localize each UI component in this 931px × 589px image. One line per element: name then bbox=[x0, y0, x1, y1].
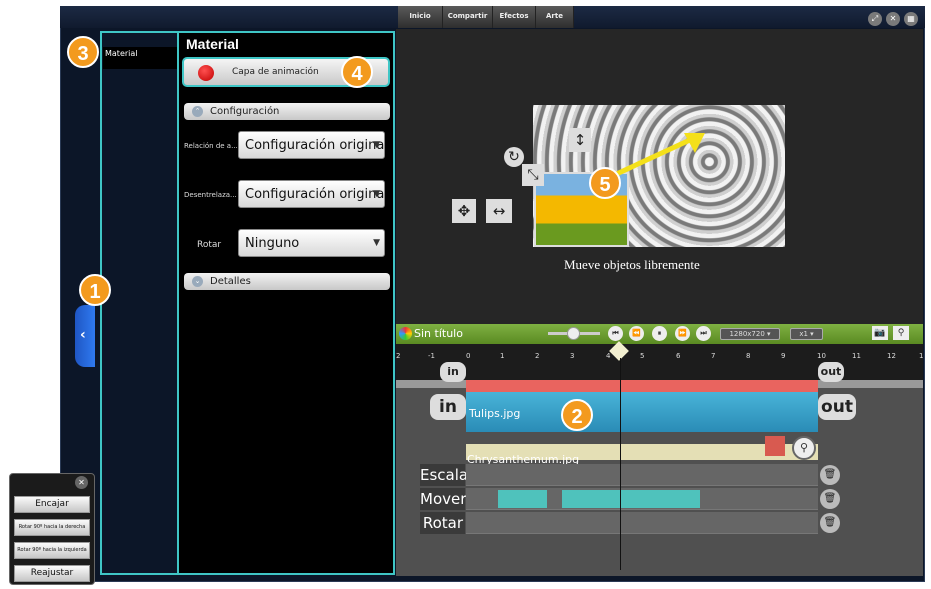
clip-tulips-label: Tulips.jpg bbox=[469, 407, 521, 420]
tab-efectos[interactable]: Efectos bbox=[493, 6, 536, 28]
trash-icon[interactable]: 🗑 bbox=[820, 489, 840, 509]
ruler-tick: 8 bbox=[746, 352, 751, 360]
in-label-large: in bbox=[430, 394, 466, 420]
resize-horizontal-icon[interactable]: ↔ bbox=[486, 199, 512, 223]
skip-start-icon[interactable]: ⏮ bbox=[608, 326, 623, 341]
reset-button[interactable]: Reajustar bbox=[14, 565, 90, 582]
fit-button[interactable]: Encajar bbox=[14, 496, 90, 513]
rotate-select[interactable]: Ninguno ▼ bbox=[238, 229, 385, 257]
keyframe-block[interactable] bbox=[498, 490, 547, 508]
ruler-tick: 3 bbox=[570, 352, 575, 360]
expand-icon[interactable]: ⤢ bbox=[868, 12, 882, 26]
trash-icon[interactable]: 🗑 bbox=[820, 513, 840, 533]
rotate-left-button[interactable]: Rotar 90º hacia la izquierda bbox=[14, 542, 90, 559]
clip-header bbox=[466, 380, 818, 392]
badge-1: 1 bbox=[79, 274, 111, 306]
resolution-value: 1280x720 bbox=[729, 330, 765, 338]
ruler-tick: 4 bbox=[606, 352, 611, 360]
category-column bbox=[100, 31, 180, 575]
record-button-label: Capa de animación bbox=[232, 67, 319, 77]
chevron-down-icon: ⌄ bbox=[192, 276, 203, 287]
skip-end-icon[interactable]: ⏭ bbox=[696, 326, 711, 341]
camera-icon[interactable]: 📷 bbox=[872, 326, 888, 340]
track-rotar[interactable] bbox=[466, 512, 818, 534]
ruler-tick: 2 bbox=[535, 352, 540, 360]
trash-icon[interactable]: 🗑 bbox=[820, 465, 840, 485]
section-label: Detalles bbox=[210, 276, 251, 287]
ruler-tick: 7 bbox=[711, 352, 716, 360]
badge-2: 2 bbox=[561, 399, 593, 431]
track-escala[interactable] bbox=[466, 464, 818, 486]
resize-vertical-icon[interactable]: ↕ bbox=[569, 128, 591, 152]
chevron-up-icon: ⌃ bbox=[192, 106, 203, 117]
ruler-tick: 11 bbox=[852, 352, 861, 360]
section-label: Configuración bbox=[210, 106, 280, 117]
keyframe-block[interactable] bbox=[562, 490, 700, 508]
select-value: Ninguno bbox=[245, 236, 300, 251]
panel-title: Material bbox=[186, 36, 239, 52]
ruler-tick: 5 bbox=[640, 352, 645, 360]
select-value: Configuración original (4 bbox=[245, 138, 385, 153]
resize-diagonal-icon[interactable]: ⤡ bbox=[522, 164, 544, 186]
rotate-icon[interactable]: ↻ bbox=[504, 147, 524, 167]
grid-icon[interactable]: ▦ bbox=[904, 12, 918, 26]
ruler-tick: -1 bbox=[428, 352, 435, 360]
clip-end-handle[interactable] bbox=[765, 436, 785, 456]
section-detalles[interactable]: ⌄ Detalles bbox=[184, 273, 390, 290]
ruler-tick: 0 bbox=[466, 352, 471, 360]
chevron-down-icon: ▼ bbox=[373, 238, 380, 248]
tab-arte[interactable]: Arte bbox=[536, 6, 574, 28]
project-title: Sin título bbox=[414, 327, 463, 340]
rewind-icon[interactable]: ⏪ bbox=[629, 326, 644, 341]
out-label-large: out bbox=[818, 394, 856, 420]
ruler-tick: 10 bbox=[817, 352, 826, 360]
resolution-select[interactable]: 1280x720 ▾ bbox=[720, 328, 780, 340]
badge-3: 3 bbox=[67, 36, 99, 68]
volume-knob[interactable] bbox=[567, 327, 580, 340]
deinterlace-select[interactable]: Configuración original (A▼ bbox=[238, 180, 385, 208]
category-material[interactable]: Material bbox=[103, 47, 181, 69]
ruler-tick: 1 bbox=[919, 352, 924, 360]
ruler-tick: 6 bbox=[676, 352, 681, 360]
logo-icon bbox=[399, 327, 412, 340]
track-label-mover: Mover bbox=[420, 488, 467, 510]
ruler-tick: 1 bbox=[500, 352, 505, 360]
chevron-down-icon: ▼ bbox=[373, 189, 380, 199]
section-configuracion[interactable]: ⌃ Configuración bbox=[184, 103, 390, 120]
deinterlace-label: Desentrelaza... bbox=[184, 191, 237, 199]
ruler-tick: 12 bbox=[887, 352, 896, 360]
playhead-line bbox=[620, 358, 621, 570]
ruler-tick: 9 bbox=[781, 352, 786, 360]
track-label-escala: Escala bbox=[420, 464, 469, 486]
track-label-rotar: Rotar bbox=[420, 512, 465, 534]
in-marker[interactable]: in bbox=[440, 362, 466, 382]
pause-icon[interactable]: ⏸ bbox=[652, 326, 667, 341]
stage-caption: Mueve objetos libremente bbox=[564, 257, 700, 272]
out-marker[interactable]: out bbox=[818, 362, 844, 382]
speed-select[interactable]: x1 ▾ bbox=[790, 328, 823, 340]
aspect-ratio-select[interactable]: Configuración original (4▼ bbox=[238, 131, 385, 159]
chevron-down-icon: ▼ bbox=[373, 140, 380, 150]
tab-inicio[interactable]: Inicio bbox=[398, 6, 443, 28]
ruler-tick: 2 bbox=[396, 352, 401, 360]
select-value: Configuración original (A bbox=[245, 187, 385, 202]
chevron-left-icon: ‹ bbox=[80, 327, 86, 343]
zoom-icon[interactable]: ⚲ bbox=[893, 326, 909, 340]
badge-5: 5 bbox=[589, 167, 621, 199]
move-icon[interactable]: ✥ bbox=[452, 199, 476, 223]
rotate-right-button[interactable]: Rotar 90º hacia la derecha bbox=[14, 519, 90, 536]
close-icon[interactable]: ✕ bbox=[75, 476, 88, 489]
close-icon[interactable]: ✕ bbox=[886, 12, 900, 26]
badge-4: 4 bbox=[341, 56, 373, 88]
record-icon bbox=[198, 65, 214, 81]
search-icon[interactable]: ⚲ bbox=[792, 436, 816, 460]
collapse-handle[interactable]: ‹ bbox=[75, 305, 95, 367]
rotate-label: Rotar bbox=[197, 240, 222, 250]
tab-compartir[interactable]: Compartir bbox=[443, 6, 493, 28]
aspect-ratio-label: Relación de a... bbox=[184, 142, 238, 150]
speed-value: x1 bbox=[799, 330, 808, 338]
fast-forward-icon[interactable]: ⏩ bbox=[675, 326, 690, 341]
